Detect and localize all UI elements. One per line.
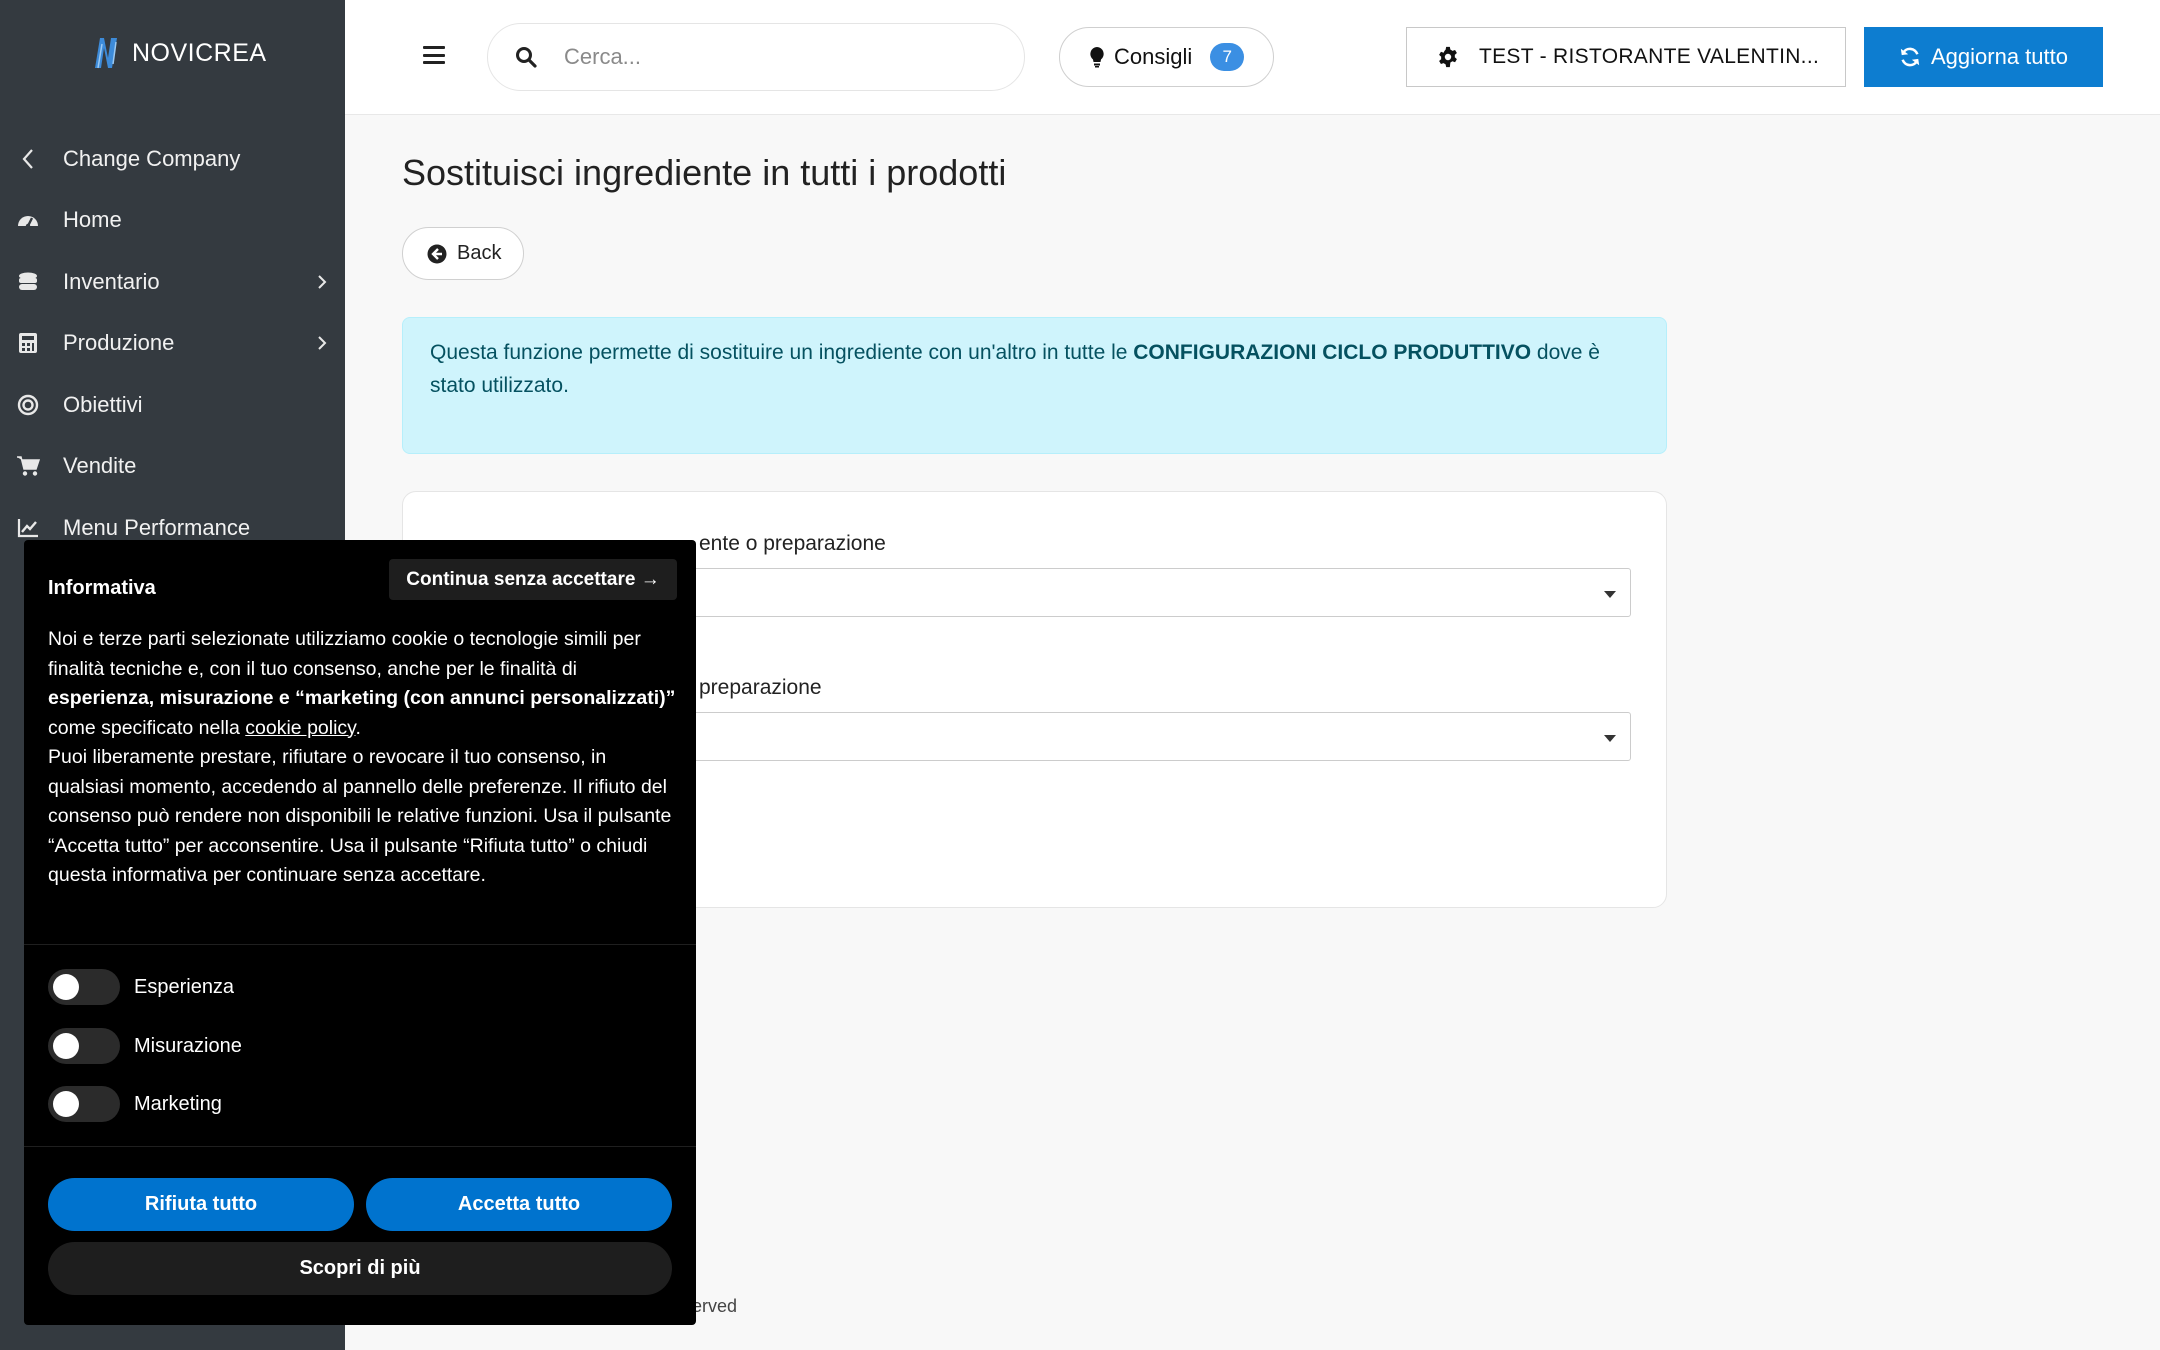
target-icon [16,393,40,417]
chevron-left-icon [16,147,40,171]
misurazione-toggle[interactable] [48,1028,120,1064]
chart-line-icon [16,516,40,540]
search-icon[interactable] [514,45,538,69]
sidebar-item-obiettivi[interactable]: Obiettivi [0,374,345,436]
sidebar-item-label: Produzione [63,330,175,356]
cookie-body-text: Puoi liberamente prestare, rifiutare o r… [48,746,672,886]
cookie-body-text: . [355,716,361,739]
search-box [487,23,1025,91]
gear-icon [1439,46,1457,68]
tips-count-badge: 7 [1210,43,1245,71]
caret-down-icon [1604,735,1616,742]
cookie-body: Noi e terze parti selezionate utilizziam… [48,625,678,891]
company-selector-button[interactable]: TEST - RISTORANTE VALENTIN... [1406,27,1846,87]
arrow-circle-left-icon [427,244,447,263]
back-label: Back [457,242,502,264]
learn-more-button[interactable]: Scopri di più [48,1242,672,1295]
caret-down-icon [1604,591,1616,598]
cart-icon [16,454,40,478]
cookie-body-text: come specificato nella [48,716,246,739]
sidebar-item-label: Menu Performance [63,514,251,540]
hamburger-menu-icon[interactable] [423,46,445,64]
cookie-policy-link[interactable]: cookie policy [245,717,355,739]
toggle-row-esperienza: Esperienza [48,969,234,1005]
topbar: Consigli 7 TEST - RISTORANTE VALENTIN...… [345,0,2160,115]
sidebar-item-inventario[interactable]: Inventario [0,251,345,313]
sidebar-item-label: Vendite [63,453,137,479]
toggle-knob [53,1091,79,1117]
chevron-right-icon [318,336,327,350]
calculator-icon [16,331,40,355]
alert-bold-text: CONFIGURAZIONI CICLO PRODUTTIVO [1133,341,1532,364]
sidebar-item-label: Change Company [63,145,241,171]
company-name: TEST - RISTORANTE VALENTIN... [1479,45,1820,68]
sidebar-item-produzione[interactable]: Produzione [0,313,345,375]
chevron-right-icon [318,275,327,289]
cookie-title: Informativa [48,577,156,599]
divider [24,944,696,945]
esperienza-toggle[interactable] [48,969,120,1005]
field-label-target: preparazione [699,676,822,699]
sidebar-item-vendite[interactable]: Vendite [0,436,345,498]
page-title: Sostituisci ingrediente in tutti i prodo… [402,152,1007,193]
accept-all-button[interactable]: Accetta tutto [366,1178,672,1231]
sidebar-item-label: Obiettivi [63,391,143,417]
lightbulb-icon [1090,47,1104,68]
toggle-label: Marketing [134,1092,222,1115]
toggle-row-marketing: Marketing [48,1086,222,1122]
marketing-toggle[interactable] [48,1086,120,1122]
divider [24,1146,696,1147]
toggle-label: Esperienza [134,975,235,998]
brand-name: NOVICREA [132,38,267,67]
sync-icon [1900,47,1920,67]
cookie-body-bold: esperienza, misurazione e “marketing (co… [48,687,676,709]
tips-label: Consigli [1114,44,1193,69]
brand-logo[interactable]: NOVICREA [92,36,267,70]
cookie-body-text: Noi e terze parti selezionate utilizziam… [48,628,641,680]
dashboard-icon [16,208,40,232]
footer-fragment: erved [692,1296,738,1316]
sidebar-item-home[interactable]: Home [0,190,345,252]
toggle-knob [53,974,79,1000]
tips-button[interactable]: Consigli 7 [1059,27,1274,87]
cookie-banner: Informativa Continua senza accettare → N… [24,540,696,1325]
update-all-button[interactable]: Aggiorna tutto [1864,27,2103,87]
logo-mark-icon [95,38,117,69]
info-alert: Questa funzione permette di sostituire u… [402,317,1667,454]
search-input[interactable] [564,44,964,70]
database-icon [16,270,40,294]
toggle-row-misurazione: Misurazione [48,1028,242,1064]
toggle-label: Misurazione [134,1034,242,1057]
toggle-knob [53,1033,79,1059]
reject-all-button[interactable]: Rifiuta tutto [48,1178,354,1231]
back-button[interactable]: Back [402,227,524,280]
sidebar-item-label: Inventario [63,268,160,294]
continue-without-accepting-button[interactable]: Continua senza accettare → [389,559,677,600]
sidebar-nav: Change Company Home Inventario Produzion… [0,128,345,559]
alert-text: Questa funzione permette di sostituire u… [430,341,1134,364]
sidebar-item-change-company[interactable]: Change Company [0,128,345,190]
update-all-label: Aggiorna tutto [1931,44,2068,69]
sidebar-item-label: Home [63,207,122,233]
field-label-source: ente o preparazione [699,532,886,555]
